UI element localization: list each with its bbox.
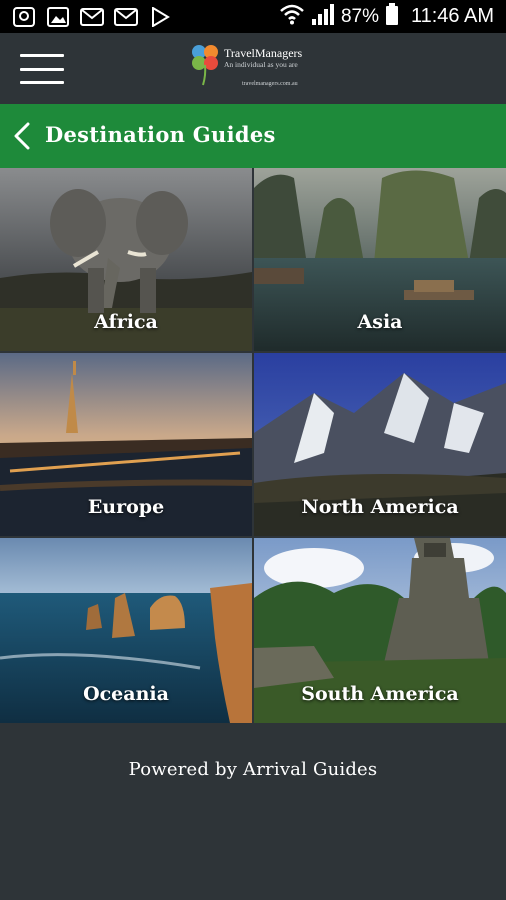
menu-line bbox=[20, 67, 64, 71]
notification-icons bbox=[12, 6, 172, 27]
play-store-icon bbox=[148, 6, 172, 27]
back-button[interactable] bbox=[12, 122, 32, 150]
menu-line bbox=[20, 81, 64, 84]
clover-logo-icon bbox=[192, 45, 218, 86]
chat-icon bbox=[12, 6, 36, 27]
chevron-left-icon bbox=[14, 122, 30, 150]
destination-label: Africa bbox=[94, 311, 158, 333]
app-bar: TravelManagers An individual as you are … bbox=[0, 33, 506, 104]
status-bar: 87% 11:46 AM bbox=[0, 0, 506, 33]
gmail-icon bbox=[114, 7, 138, 27]
brand-name: TravelManagers bbox=[224, 46, 303, 60]
destination-tile-europe[interactable]: Europe bbox=[0, 353, 252, 536]
clock: 11:46 AM bbox=[410, 5, 494, 27]
destination-label: South America bbox=[301, 683, 459, 705]
destination-tile-asia[interactable]: Asia bbox=[254, 168, 506, 351]
gmail-icon bbox=[80, 7, 104, 27]
system-status: 87% 11:46 AM bbox=[279, 3, 494, 30]
menu-line bbox=[20, 54, 64, 57]
brand-tagline: An individual as you are bbox=[224, 60, 298, 69]
destination-tile-oceania[interactable]: Oceania bbox=[0, 538, 252, 723]
menu-button[interactable] bbox=[20, 54, 64, 84]
brand-logo: TravelManagers An individual as you are … bbox=[190, 43, 330, 97]
wifi-icon bbox=[279, 3, 305, 30]
battery-percent: 87% bbox=[340, 5, 379, 27]
page-header: Destination Guides bbox=[0, 104, 506, 168]
battery-icon bbox=[385, 3, 399, 30]
brand-url: travelmanagers.com.au bbox=[242, 81, 298, 87]
footer: Powered by Arrival Guides bbox=[0, 723, 506, 900]
image-icon bbox=[46, 6, 70, 27]
destination-label: Europe bbox=[87, 496, 165, 518]
powered-by-text: Powered by Arrival Guides bbox=[128, 759, 378, 780]
destination-label: Asia bbox=[357, 311, 403, 333]
destination-tile-north-america[interactable]: North America bbox=[254, 353, 506, 536]
page-title: Destination Guides bbox=[45, 122, 276, 147]
destination-grid: Africa Asia Europe North America Oceania… bbox=[0, 168, 506, 723]
destination-label: North America bbox=[301, 496, 459, 518]
destination-tile-south-america[interactable]: South America bbox=[254, 538, 506, 723]
destination-tile-africa[interactable]: Africa bbox=[0, 168, 252, 351]
destination-label: Oceania bbox=[83, 683, 169, 705]
signal-icon bbox=[311, 3, 335, 30]
